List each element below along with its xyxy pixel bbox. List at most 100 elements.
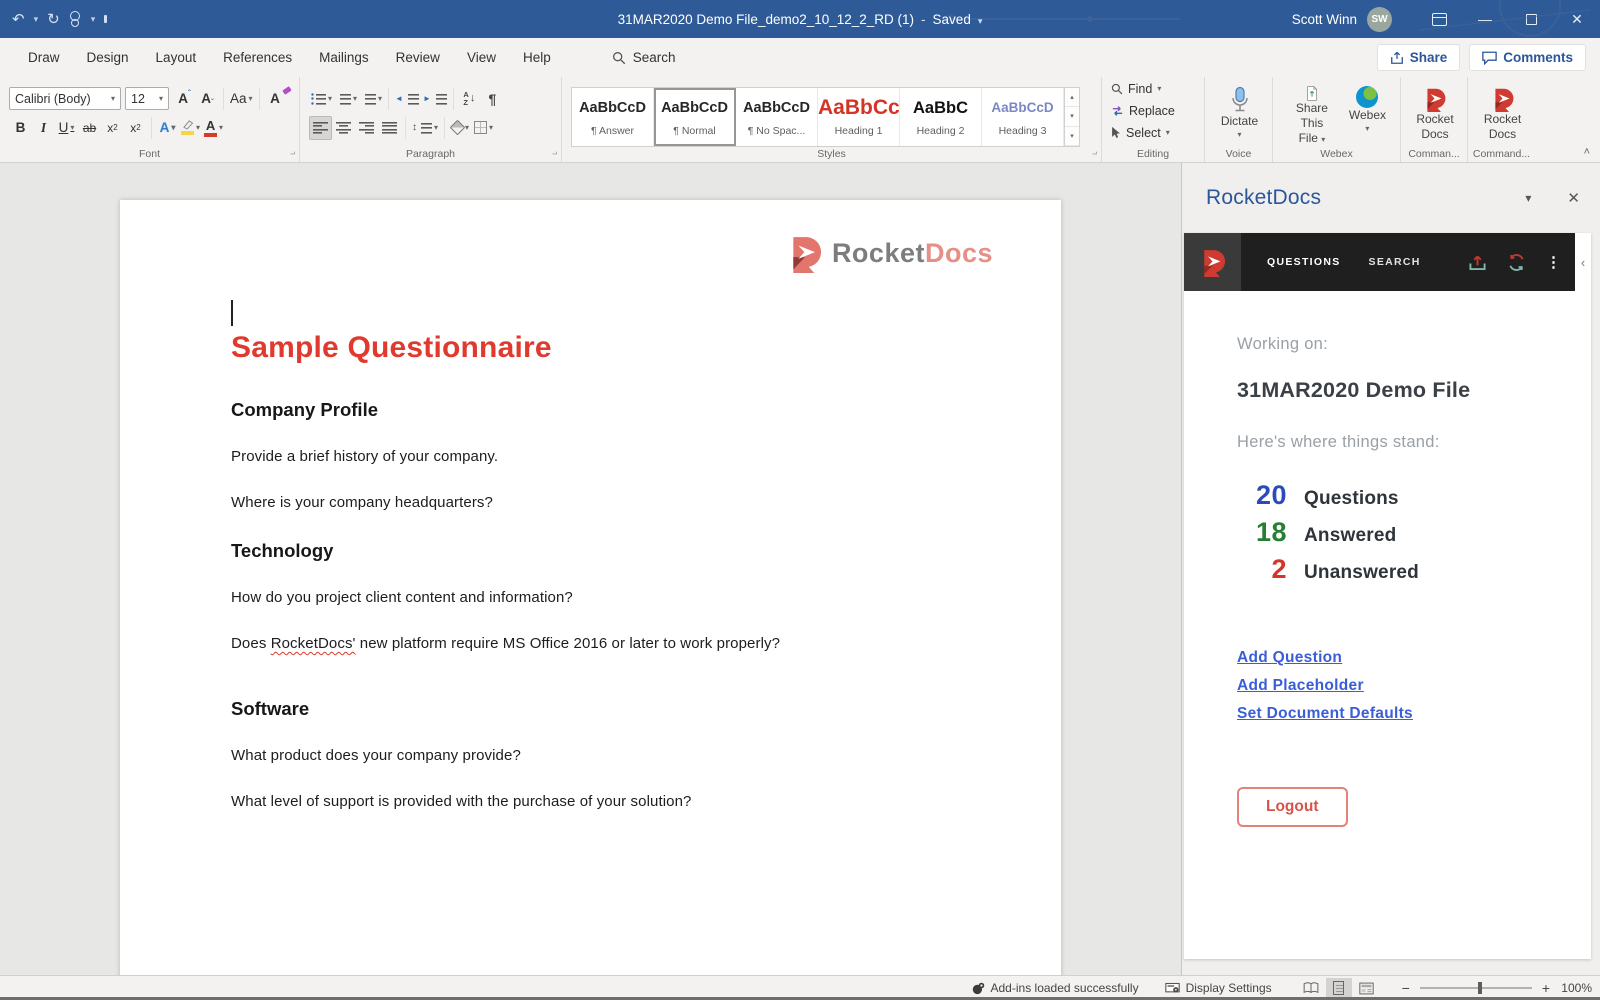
font-color-button[interactable]: A ▾ — [202, 116, 225, 140]
tab-review[interactable]: Review — [396, 50, 440, 65]
subscript-button[interactable]: x2 — [101, 116, 124, 140]
share-this-file-button[interactable]: Share This File ▾ — [1282, 84, 1342, 146]
numbered-list-button[interactable]: ▾ — [334, 87, 359, 111]
webex-button[interactable]: Webex ▾ — [1342, 84, 1393, 146]
nav-questions[interactable]: QUESTIONS — [1267, 256, 1341, 268]
styles-gallery-more-icon[interactable]: ▾ — [1065, 127, 1079, 146]
style-heading-3[interactable]: AaBbCcD Heading 3 — [982, 88, 1064, 146]
find-button[interactable]: Find ▾ — [1111, 79, 1197, 98]
document-page[interactable]: RocketDocs Sample Questionnaire Company … — [120, 200, 1061, 975]
style-no-spacing[interactable]: AaBbCcD ¶ No Spac... — [736, 88, 818, 146]
zoom-in-button[interactable]: + — [1542, 980, 1550, 996]
zoom-slider[interactable] — [1419, 982, 1532, 994]
highlight-button[interactable]: ▾ — [179, 116, 202, 140]
close-button[interactable]: ✕ — [1554, 0, 1600, 38]
save-status-dropdown-icon[interactable]: ▾ — [978, 16, 983, 26]
ribbon-display-options-button[interactable] — [1416, 0, 1462, 38]
task-pane-close-icon[interactable]: ✕ — [1567, 189, 1580, 207]
style-heading-1[interactable]: AaBbCcD Heading 1 — [818, 88, 900, 146]
zoom-slider-thumb[interactable] — [1478, 982, 1483, 994]
text-effects-button[interactable]: A ▾ — [156, 116, 179, 140]
align-right-button[interactable] — [355, 116, 378, 140]
justify-button[interactable] — [378, 116, 401, 140]
underline-button[interactable]: U ▾ — [55, 116, 78, 140]
superscript-button[interactable]: x2 — [124, 116, 147, 140]
rocket-docs-button-2[interactable]: Rocket Docs — [1477, 84, 1528, 146]
styles-scroll-up-icon[interactable]: ▴ — [1065, 88, 1079, 108]
font-size-select[interactable]: 12 ▾ — [125, 87, 169, 110]
tab-references[interactable]: References — [223, 50, 292, 65]
task-pane-options-icon[interactable]: ▾ — [1525, 191, 1531, 205]
paragraph-dialog-launcher[interactable]: ⌐ — [552, 149, 557, 159]
clear-formatting-button[interactable]: A — [264, 85, 292, 111]
grow-font-button[interactable]: Aˆ — [173, 87, 196, 111]
tab-design[interactable]: Design — [87, 50, 129, 65]
print-layout-button[interactable] — [1325, 977, 1352, 999]
zoom-out-button[interactable]: − — [1402, 980, 1410, 996]
decrease-indent-button[interactable]: ◄ — [393, 87, 421, 111]
bullet-list-button[interactable]: ▾ — [309, 87, 334, 111]
styles-dialog-launcher[interactable]: ⌐ — [1092, 149, 1097, 159]
pane-collapse-chevron-icon[interactable]: ‹ — [1575, 233, 1591, 291]
user-name: Scott Winn — [1291, 11, 1357, 27]
quick-access-dropdown-icon[interactable]: ▾ — [91, 14, 96, 25]
line-spacing-button[interactable]: ↕ ▾ — [410, 116, 440, 140]
document-content[interactable]: Sample Questionnaire Company Profile Pro… — [231, 300, 976, 839]
style-heading-2[interactable]: AaBbC Heading 2 — [900, 88, 982, 146]
web-layout-button[interactable] — [1354, 978, 1380, 999]
select-button[interactable]: Select ▾ — [1111, 123, 1197, 142]
upload-icon[interactable] — [1468, 254, 1487, 271]
change-case-button[interactable]: Aa ▾ — [228, 87, 255, 111]
style-normal[interactable]: AaBbCcD ¶ Normal — [654, 88, 736, 146]
display-settings-button[interactable]: Display Settings — [1164, 981, 1272, 995]
logout-button[interactable]: Logout — [1237, 787, 1348, 827]
minimize-button[interactable]: — — [1462, 0, 1508, 38]
italic-button[interactable]: I — [32, 116, 55, 140]
style-answer[interactable]: AaBbCcD ¶ Answer — [572, 88, 654, 146]
show-paragraph-marks-button[interactable]: ¶ — [481, 87, 504, 111]
maximize-button[interactable] — [1508, 0, 1554, 38]
align-center-button[interactable] — [332, 116, 355, 140]
strikethrough-button[interactable]: ab — [78, 116, 101, 140]
tab-help[interactable]: Help — [523, 50, 551, 65]
zoom-level[interactable]: 100% — [1556, 981, 1592, 995]
nav-search[interactable]: SEARCH — [1369, 256, 1421, 268]
avatar[interactable]: SW — [1367, 6, 1392, 32]
sync-icon[interactable] — [1507, 253, 1526, 271]
align-left-button[interactable] — [309, 115, 332, 140]
sort-button[interactable]: A Z ↓ — [458, 87, 481, 111]
share-button[interactable]: Share — [1376, 44, 1461, 71]
more-options-icon[interactable]: ⋮ — [1546, 253, 1561, 271]
comments-button[interactable]: Comments — [1469, 44, 1586, 71]
quick-access-addin-icon[interactable] — [69, 10, 82, 28]
undo-dropdown-icon[interactable]: ▾ — [34, 14, 39, 25]
save-status[interactable]: Saved — [933, 12, 971, 27]
add-placeholder-link[interactable]: Add Placeholder — [1237, 677, 1557, 695]
shading-button[interactable]: ▾ — [449, 116, 472, 140]
multilevel-list-button[interactable]: ▾ — [359, 87, 384, 111]
search-box[interactable]: Search — [612, 50, 676, 65]
increase-indent-button[interactable]: ► — [421, 87, 449, 111]
replace-button[interactable]: Replace — [1111, 101, 1197, 120]
tab-layout[interactable]: Layout — [156, 50, 197, 65]
redo-icon[interactable]: ↻ — [47, 10, 60, 28]
borders-button[interactable]: ▾ — [472, 116, 495, 140]
font-dialog-launcher[interactable]: ⌐ — [290, 149, 295, 159]
read-mode-button[interactable] — [1298, 978, 1324, 999]
ribbon-tab-bar: Draw Design Layout References Mailings R… — [0, 38, 1600, 77]
tab-view[interactable]: View — [467, 50, 496, 65]
shrink-font-button[interactable]: Aˇ — [196, 87, 219, 111]
font-name-select[interactable]: Calibri (Body) ▾ — [9, 87, 121, 110]
rocketdocs-toolbar-logo[interactable] — [1184, 233, 1241, 291]
collapse-ribbon-icon[interactable]: ˄ — [1584, 146, 1590, 158]
add-question-link[interactable]: Add Question — [1237, 649, 1557, 667]
customize-quick-access-icon[interactable] — [104, 15, 108, 23]
set-document-defaults-link[interactable]: Set Document Defaults — [1237, 705, 1557, 723]
tab-mailings[interactable]: Mailings — [319, 50, 369, 65]
styles-scroll-down-icon[interactable]: ▾ — [1065, 107, 1079, 127]
dictate-button[interactable]: Dictate ▾ — [1214, 84, 1265, 146]
rocket-docs-button-1[interactable]: Rocket Docs — [1410, 84, 1460, 146]
tab-draw[interactable]: Draw — [28, 50, 60, 65]
bold-button[interactable]: B — [9, 116, 32, 140]
undo-icon[interactable]: ↶ — [12, 10, 25, 28]
